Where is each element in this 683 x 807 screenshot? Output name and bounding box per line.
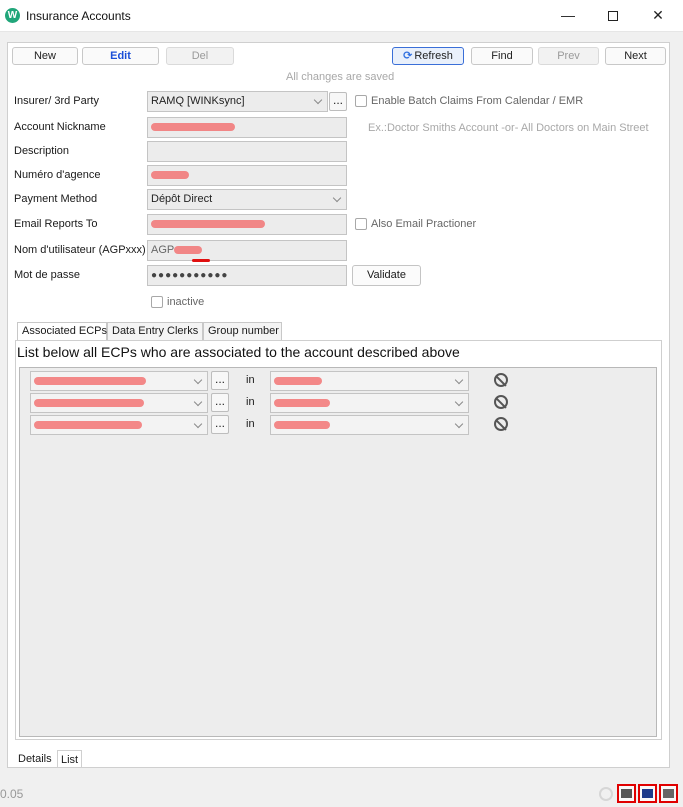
spellcheck-underline	[192, 259, 210, 262]
insurer-browse-button[interactable]: ...	[329, 92, 347, 111]
nickname-hint: Ex.:Doctor Smiths Account -or- All Docto…	[368, 122, 649, 134]
username-prefix: AGP	[151, 244, 175, 256]
barcode-icon[interactable]	[617, 784, 636, 803]
payment-value: Dépôt Direct	[151, 193, 213, 205]
tab-details[interactable]: Details	[15, 750, 55, 768]
refresh-label: Refresh	[414, 50, 453, 62]
tab-list[interactable]: List	[57, 750, 83, 768]
chevron-down-icon	[193, 375, 203, 385]
description-label: Description	[14, 145, 70, 157]
close-button[interactable]: ✕	[635, 0, 681, 30]
inactive-checkbox[interactable]	[151, 296, 163, 308]
redacted-text	[274, 377, 322, 386]
email-input[interactable]	[147, 214, 347, 235]
location-select[interactable]	[270, 415, 469, 435]
chevron-down-icon	[193, 397, 203, 407]
password-input[interactable]: ●●●●●●●●●●●	[147, 265, 347, 286]
refresh-button[interactable]: ⟳ Refresh	[392, 47, 464, 65]
nickname-input[interactable]	[147, 117, 347, 138]
prev-button[interactable]: Prev	[538, 47, 599, 65]
card-glyph	[642, 789, 653, 798]
email-label: Email Reports To	[14, 218, 98, 230]
agency-input[interactable]	[147, 165, 347, 186]
remove-icon[interactable]	[494, 417, 508, 431]
batch-claims-label: Enable Batch Claims From Calendar / EMR	[371, 95, 584, 107]
next-button[interactable]: Next	[605, 47, 666, 65]
username-label: Nom d'utilisateur (AGPxxx)	[14, 244, 146, 256]
ecp-select[interactable]	[30, 415, 208, 435]
agency-label: Numéro d'agence	[14, 169, 101, 181]
version-label: 0.05	[0, 787, 24, 801]
chevron-down-icon	[454, 375, 464, 385]
redacted-text	[34, 421, 142, 430]
ecp-browse-button[interactable]: ...	[211, 393, 229, 412]
payment-label: Payment Method	[14, 193, 98, 205]
chevron-down-icon	[313, 95, 323, 105]
insurer-select[interactable]: RAMQ [WINKsync]	[147, 91, 328, 112]
title-bar: W Insurance Accounts — ✕	[0, 0, 683, 32]
password-label: Mot de passe	[14, 269, 81, 281]
new-button[interactable]: New	[12, 47, 78, 65]
app-logo-icon: W	[5, 8, 20, 23]
card-reader-icon[interactable]	[638, 784, 657, 803]
tab-data-entry-clerks[interactable]: Data Entry Clerks	[107, 322, 203, 341]
chevron-down-icon	[454, 419, 464, 429]
username-input[interactable]: AGP	[147, 240, 347, 261]
validate-button[interactable]: Validate	[352, 265, 421, 286]
batch-claims-checkbox[interactable]	[355, 95, 367, 107]
chevron-down-icon	[332, 193, 342, 203]
printer-glyph	[663, 789, 674, 798]
inactive-label: inactive	[167, 296, 205, 308]
redacted-text	[151, 220, 265, 229]
ecp-row: ... in	[30, 415, 508, 435]
minimize-button[interactable]: —	[545, 0, 591, 30]
maximize-icon	[608, 11, 618, 22]
ecp-select[interactable]	[30, 371, 208, 391]
delete-button[interactable]: Del	[166, 47, 234, 65]
also-email-label: Also Email Practioner	[371, 218, 477, 230]
redacted-text	[274, 399, 330, 408]
redacted-text	[174, 246, 203, 255]
details-panel: New Edit Del ⟳ Refresh Find Prev Next All…	[7, 42, 670, 768]
find-button[interactable]: Find	[471, 47, 533, 65]
printer-icon[interactable]	[659, 784, 678, 803]
refresh-icon: ⟳	[403, 50, 413, 62]
ecp-select[interactable]	[30, 393, 208, 413]
in-label: in	[246, 418, 255, 430]
in-label: in	[246, 374, 255, 386]
tab-associated-ecps[interactable]: Associated ECPs	[17, 322, 107, 342]
ecp-row: ... in	[30, 393, 508, 413]
maximize-button[interactable]	[590, 0, 636, 30]
in-label: in	[246, 396, 255, 408]
insurer-value: RAMQ [WINKsync]	[151, 95, 245, 107]
ecp-list: ... in ... in ... in	[19, 367, 657, 737]
ecp-heading: List below all ECPs who are associated t…	[17, 344, 460, 360]
chevron-down-icon	[193, 419, 203, 429]
redacted-text	[274, 421, 330, 430]
tab-group-number[interactable]: Group number	[203, 322, 282, 341]
remove-icon[interactable]	[494, 373, 508, 387]
ecp-browse-button[interactable]: ...	[211, 371, 229, 390]
ecp-row: ... in	[30, 371, 508, 391]
redacted-text	[151, 123, 235, 132]
edit-button[interactable]: Edit	[82, 47, 159, 65]
description-input[interactable]	[147, 141, 347, 162]
associated-ecps-panel: List below all ECPs who are associated t…	[15, 340, 662, 740]
ecp-browse-button[interactable]: ...	[211, 415, 229, 434]
loading-spinner-icon	[599, 787, 613, 801]
redacted-text	[151, 171, 189, 180]
payment-select[interactable]: Dépôt Direct	[147, 189, 347, 210]
chevron-down-icon	[454, 397, 464, 407]
window-title: Insurance Accounts	[26, 9, 131, 23]
nickname-label: Account Nickname	[14, 121, 106, 133]
location-select[interactable]	[270, 393, 469, 413]
remove-icon[interactable]	[494, 395, 508, 409]
insurer-label: Insurer/ 3rd Party	[14, 95, 99, 107]
also-email-checkbox[interactable]	[355, 218, 367, 230]
redacted-text	[34, 399, 144, 408]
save-status: All changes are saved	[286, 71, 395, 83]
location-select[interactable]	[270, 371, 469, 391]
redacted-text	[34, 377, 146, 386]
barcode-glyph	[621, 789, 632, 798]
